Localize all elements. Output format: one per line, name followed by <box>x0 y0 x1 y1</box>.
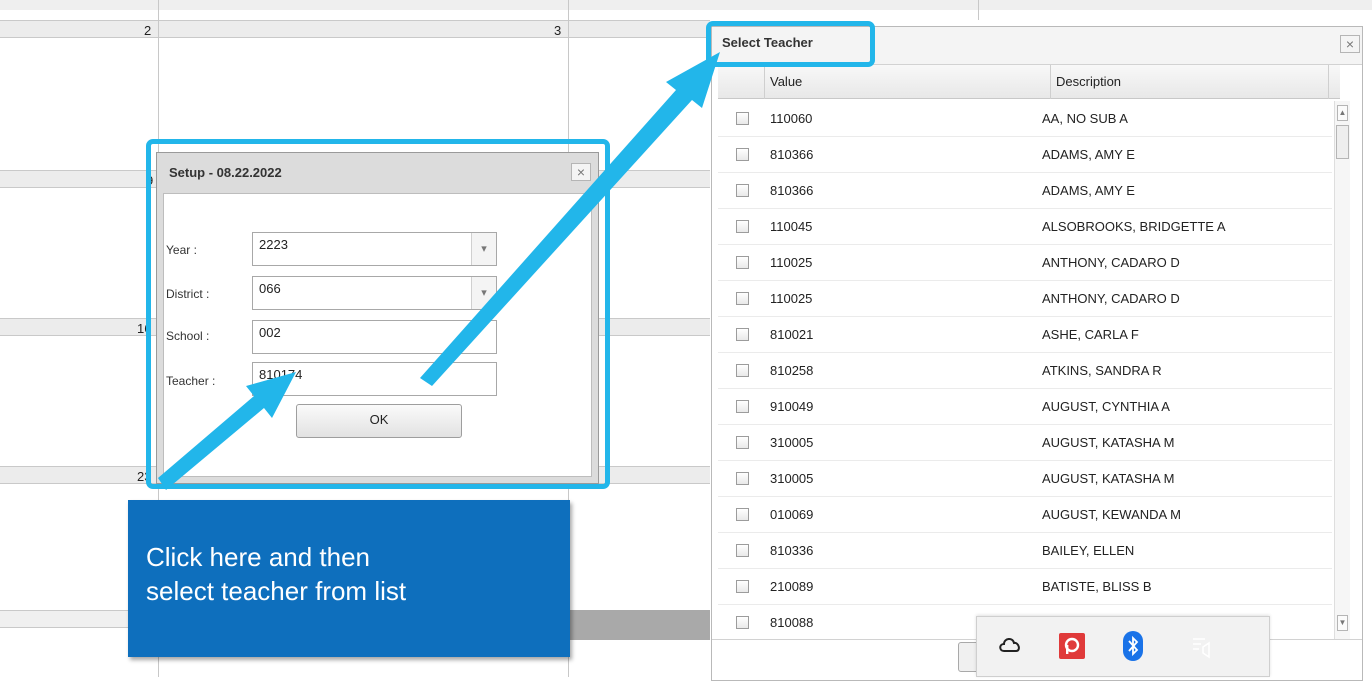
arrow-to-teacher-icon <box>158 372 296 490</box>
instruction-callout: Click here and then select teacher from … <box>128 500 570 657</box>
pdf-reader-icon[interactable] <box>1059 633 1085 659</box>
arrow-to-panel-icon <box>420 52 720 386</box>
system-tray-popup <box>976 616 1270 677</box>
callout-line-1: Click here and then <box>146 542 371 572</box>
bluetooth-icon[interactable] <box>1123 631 1143 661</box>
callout-line-2: select teacher from list <box>146 576 407 606</box>
notification-icon[interactable] <box>1189 633 1215 662</box>
cloud-icon[interactable] <box>997 633 1023 658</box>
